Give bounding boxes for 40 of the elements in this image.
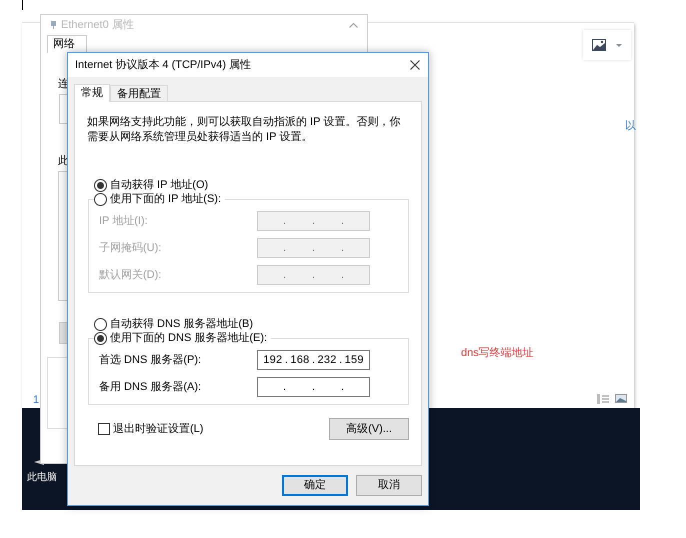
field-label: 备用 DNS 服务器(A): <box>99 380 202 395</box>
checkbox-label: 退出时验证设置(L) <box>113 422 204 437</box>
dialog-title: Internet 协议版本 4 (TCP/IPv4) 属性 <box>75 58 252 73</box>
radio-button[interactable] <box>94 318 107 330</box>
cancel-button[interactable]: 取消 <box>356 475 422 496</box>
link-text: 以 <box>625 119 636 134</box>
advanced-button[interactable]: 高级(V)... <box>329 418 409 440</box>
radio-button[interactable] <box>94 332 107 344</box>
tab[interactable]: 常规 <box>74 84 110 102</box>
annotation-text: dns写终端地址 <box>461 346 534 361</box>
radio-label: 自动获得 IP 地址(O) <box>110 178 208 193</box>
field-label: 默认网关(D): <box>99 268 162 283</box>
description-text: 如果网络支持此功能，则可以获取自动指派的 IP 设置。否则，你需要从网络系统管理员处获得适当的 IP 设置。 <box>87 115 402 145</box>
radio-label: 使用下面的 IP 地址(S): <box>110 192 222 207</box>
ip-address-field[interactable]: . . . <box>257 265 370 285</box>
window-title: Ethernet0 属性 <box>61 18 134 33</box>
field-label: IP 地址(I): <box>99 214 149 229</box>
field-label: 首选 DNS 服务器(P): <box>99 352 202 368</box>
radio-label: 自动获得 DNS 服务器地址(B) <box>110 316 253 332</box>
list-icon <box>597 394 609 404</box>
image-button[interactable] <box>583 30 631 60</box>
ok-button[interactable]: 确定 <box>282 475 348 496</box>
radio-label: 使用下面的 DNS 服务器地址(E): <box>110 330 268 346</box>
ip-address-field[interactable]: . . . <box>257 238 370 258</box>
image-icon <box>592 39 606 51</box>
close-icon[interactable] <box>410 60 420 70</box>
ip-address-field[interactable]: . . . <box>257 377 370 397</box>
chevron-up-icon <box>349 22 358 28</box>
side-number: 1 <box>33 393 40 408</box>
network-icon <box>50 21 57 29</box>
field-label: 子网掩码(U): <box>99 240 162 256</box>
caret-icon <box>616 44 622 46</box>
radio-button[interactable] <box>94 192 107 206</box>
tab[interactable]: 备用配置 <box>110 85 168 101</box>
checkbox[interactable] <box>98 423 110 435</box>
ip-address-field[interactable]: 192 . 168 . 232 . 159 <box>257 350 370 370</box>
ip-address-field[interactable]: . . . <box>257 211 370 231</box>
image-icon <box>615 394 627 403</box>
radio-button[interactable] <box>94 178 107 192</box>
desktop-icon-label[interactable]: 此电脑 <box>27 470 57 485</box>
